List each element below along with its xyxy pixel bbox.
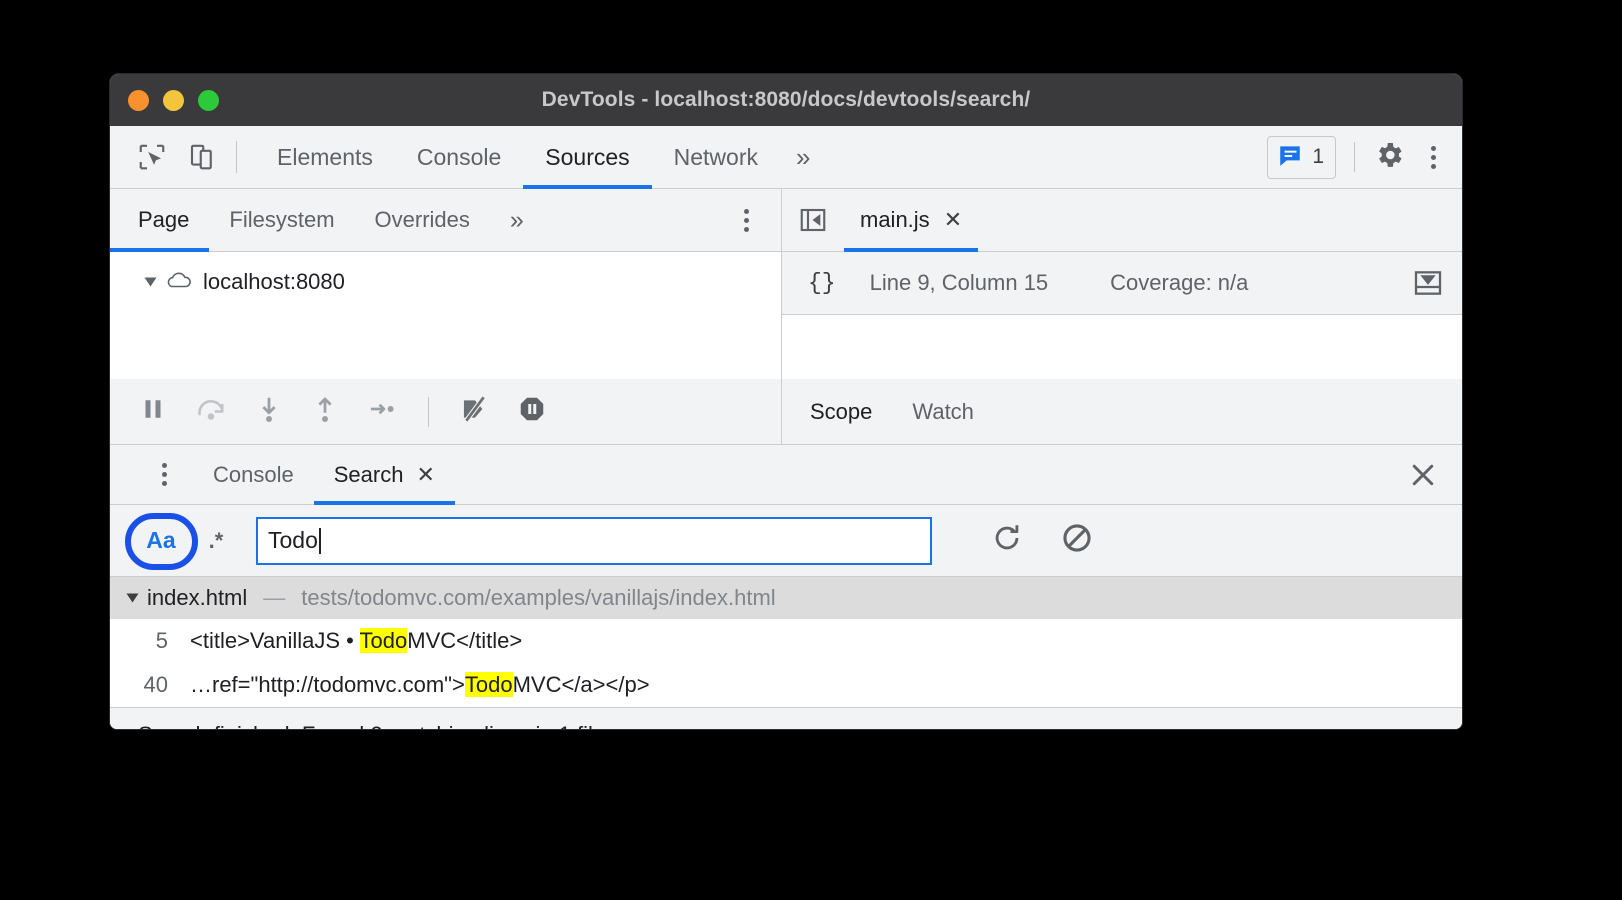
kebab-menu-icon xyxy=(740,205,753,236)
toolbar-divider xyxy=(236,141,237,173)
close-drawer-button[interactable] xyxy=(1408,445,1462,504)
debugger-sidebar-tabs: Scope Watch xyxy=(782,379,1462,444)
step-into-icon[interactable] xyxy=(254,394,284,429)
close-icon[interactable]: ✕ xyxy=(416,463,434,486)
result-line[interactable]: 5 <title>VanillaJS • TodoMVC</title> xyxy=(110,619,1462,663)
step-over-icon[interactable] xyxy=(194,394,228,429)
refresh-icon[interactable] xyxy=(990,521,1024,560)
step-out-icon[interactable] xyxy=(310,394,340,429)
window-titlebar: DevTools - localhost:8080/docs/devtools/… xyxy=(110,74,1462,126)
sidebar-tab-watch[interactable]: Watch xyxy=(892,379,994,444)
result-file-name: index.html xyxy=(147,585,248,610)
search-results: index.html — tests/todomvc.com/examples/… xyxy=(110,577,1462,707)
kebab-menu-icon[interactable] xyxy=(1427,142,1440,173)
search-input[interactable]: Todo xyxy=(256,516,932,565)
regex-button[interactable]: .* xyxy=(194,519,238,563)
close-icon[interactable]: ✕ xyxy=(944,209,962,231)
cursor-position: Line 9, Column 15 xyxy=(869,270,1049,295)
navigator-tree: localhost:8080 xyxy=(110,252,781,379)
drawer-menu-button[interactable] xyxy=(110,445,193,504)
collapse-navigator-icon[interactable] xyxy=(782,189,844,251)
debugger-divider xyxy=(428,396,429,427)
drawer-tab-console[interactable]: Console xyxy=(193,445,314,504)
toolbar-divider-2 xyxy=(1354,142,1355,172)
pretty-print-icon[interactable] xyxy=(1412,267,1444,299)
editor-pane: main.js ✕ {} Line 9, Column 15 Coverage:… xyxy=(782,189,1462,379)
result-file-path: tests/todomvc.com/examples/vanillajs/ind… xyxy=(301,585,776,610)
drawer-tab-search[interactable]: Search ✕ xyxy=(313,445,456,505)
editor-tabs: main.js ✕ xyxy=(782,189,1462,252)
clear-icon[interactable] xyxy=(1060,521,1094,560)
nav-tab-page[interactable]: Page xyxy=(110,189,210,252)
result-group-header[interactable]: index.html — tests/todomvc.com/examples/… xyxy=(110,577,1462,619)
drawer: Console Search ✕ Aa .* Todo index.html —… xyxy=(110,445,1462,729)
window-title: DevTools - localhost:8080/docs/devtools/… xyxy=(541,88,1031,111)
more-panels-button[interactable]: » xyxy=(780,126,826,188)
result-line[interactable]: 40 …ref="http://todomvc.com">TodoMVC</a>… xyxy=(110,663,1462,707)
tree-item-label: localhost:8080 xyxy=(203,269,345,294)
cloud-icon xyxy=(164,268,194,296)
drawer-tabs: Console Search ✕ xyxy=(110,445,1462,505)
sidebar-tab-scope[interactable]: Scope xyxy=(782,379,892,444)
debugger-controls xyxy=(110,379,782,444)
devtools-window: DevTools - localhost:8080/docs/devtools/… xyxy=(110,74,1462,729)
message-count: 1 xyxy=(1312,145,1324,168)
editor-tab-label: main.js xyxy=(860,207,930,232)
deactivate-breakpoints-icon[interactable] xyxy=(459,394,491,429)
nav-more-tabs-button[interactable]: » xyxy=(490,189,544,251)
tab-sources[interactable]: Sources xyxy=(523,126,653,189)
tree-item-localhost[interactable]: localhost:8080 xyxy=(110,264,781,300)
toolbar-right-group: 1 xyxy=(1267,135,1462,179)
search-match-highlight: Todo xyxy=(359,628,408,653)
chevron-down-icon[interactable] xyxy=(144,277,157,287)
nav-tab-filesystem[interactable]: Filesystem xyxy=(209,189,354,251)
screenshot-root: DevTools - localhost:8080/docs/devtools/… xyxy=(0,0,1622,900)
debugger-toolbar-row: Scope Watch xyxy=(110,379,1462,445)
navigator-tabs: Page Filesystem Overrides » xyxy=(110,189,781,252)
inspect-cursor-icon[interactable] xyxy=(136,141,168,173)
resume-icon[interactable] xyxy=(138,394,168,429)
navigator-pane: Page Filesystem Overrides » localhost:80… xyxy=(110,189,782,379)
tab-elements[interactable]: Elements xyxy=(255,126,395,188)
search-input-value: Todo xyxy=(268,527,318,553)
result-line-text: …ref="http://todomvc.com">TodoMVC</a></p… xyxy=(190,672,650,697)
search-match-highlight: Todo xyxy=(464,672,513,697)
tab-network[interactable]: Network xyxy=(652,126,780,188)
device-toolbar-icon[interactable] xyxy=(186,141,218,173)
navigator-menu-button[interactable] xyxy=(718,189,781,251)
result-line-text: <title>VanillaJS • TodoMVC</title> xyxy=(190,628,523,653)
result-line-number: 5 xyxy=(155,628,168,653)
coverage-status: Coverage: n/a xyxy=(1110,270,1249,295)
search-actions xyxy=(990,521,1094,560)
search-toolbar: Aa .* Todo xyxy=(110,505,1462,577)
editor-status-bar: {} Line 9, Column 15 Coverage: n/a xyxy=(782,252,1462,315)
editor-tab-main-js[interactable]: main.js ✕ xyxy=(844,189,979,252)
gear-icon[interactable] xyxy=(1373,139,1405,176)
match-case-button[interactable]: Aa xyxy=(134,519,188,563)
panel-tabs: Elements Console Sources Network » xyxy=(255,126,826,189)
tab-console[interactable]: Console xyxy=(395,126,523,188)
step-icon[interactable] xyxy=(366,394,398,429)
kebab-menu-icon xyxy=(158,459,171,490)
result-separator: — xyxy=(263,585,286,610)
message-bubble-icon xyxy=(1277,142,1303,173)
result-line-number: 40 xyxy=(143,672,168,697)
nav-tab-overrides[interactable]: Overrides xyxy=(355,189,490,251)
sources-split: Page Filesystem Overrides » localhost:80… xyxy=(110,189,1462,379)
search-status-bar: Search finished. Found 2 matching lines … xyxy=(110,707,1462,729)
chevron-down-icon[interactable] xyxy=(126,593,139,603)
format-braces-icon[interactable]: {} xyxy=(808,270,836,296)
main-toolbar: Elements Console Sources Network » 1 xyxy=(110,126,1462,189)
message-count-badge[interactable]: 1 xyxy=(1267,135,1336,179)
pause-on-exceptions-icon[interactable] xyxy=(517,394,547,429)
text-caret xyxy=(318,527,321,554)
